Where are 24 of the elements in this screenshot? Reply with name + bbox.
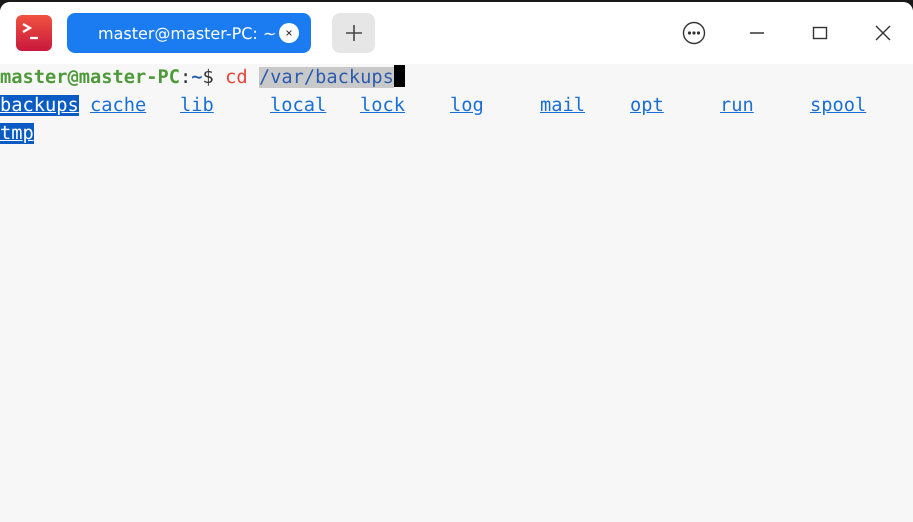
directory-link[interactable]: local (270, 95, 326, 116)
directory-link[interactable]: spool (810, 95, 866, 116)
directory-link[interactable]: log (450, 95, 484, 116)
prompt-separator: : (180, 67, 192, 88)
directory-link[interactable]: mail (540, 95, 586, 116)
more-icon[interactable] (682, 21, 706, 45)
new-tab-button[interactable] (332, 13, 375, 53)
directory-link[interactable]: opt (630, 95, 664, 116)
directory-link[interactable]: run (720, 95, 754, 116)
directory-link[interactable]: cache (90, 95, 146, 116)
prompt-user-host: master@master-PC (0, 67, 180, 88)
command-argument: /var/backups (258, 67, 394, 88)
directory-link[interactable]: tmp (0, 123, 34, 144)
directory-link[interactable]: backups (0, 95, 79, 116)
prompt-path: ~ (191, 67, 203, 88)
directory-link[interactable]: lib (180, 95, 214, 116)
terminal-tab[interactable]: master@master-PC: ~ (67, 13, 311, 53)
directory-link[interactable]: lock (360, 95, 406, 116)
prompt-symbol: $ (202, 67, 214, 88)
command-text: cd (225, 67, 248, 88)
close-tab-icon[interactable] (279, 23, 300, 43)
terminal-app-icon (16, 15, 52, 51)
tab-title: master@master-PC: ~ (98, 24, 276, 42)
plus-icon (344, 23, 364, 43)
